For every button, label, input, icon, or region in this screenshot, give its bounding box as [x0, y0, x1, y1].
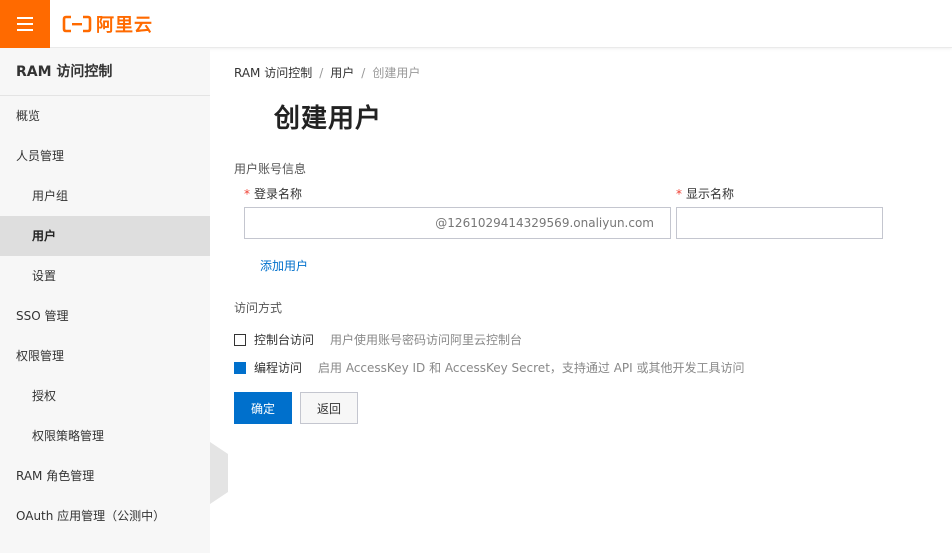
aliyun-logo-icon — [62, 15, 92, 33]
breadcrumb-item-ram[interactable]: RAM 访问控制 — [234, 66, 312, 80]
top-navbar: 阿里云 — [0, 0, 952, 48]
console-access-checkbox[interactable] — [234, 333, 246, 346]
display-name-input[interactable] — [676, 207, 883, 239]
required-mark: * — [676, 187, 682, 201]
programmatic-access-label[interactable]: 编程访问 — [254, 359, 302, 376]
breadcrumb-item-current: 创建用户 — [372, 66, 421, 80]
sidebar-item-settings[interactable]: 设置 — [0, 256, 210, 296]
aliyun-logo[interactable]: 阿里云 — [62, 12, 153, 36]
menu-button[interactable] — [0, 0, 50, 48]
console-access-description: 用户使用账号密码访问阿里云控制台 — [330, 333, 523, 347]
programmatic-access-checkbox[interactable] — [234, 361, 246, 374]
sidebar-item-overview[interactable]: 概览 — [0, 96, 210, 136]
login-name-label: * 登录名称 — [244, 185, 302, 202]
access-method-label: 访问方式 — [234, 301, 283, 315]
sidebar-title: RAM 访问控制 — [0, 48, 210, 96]
sidebar-collapse-handle[interactable] — [210, 442, 228, 504]
page-title: 创建用户 — [274, 104, 383, 134]
breadcrumb-separator: / — [361, 66, 366, 80]
breadcrumb-separator: / — [319, 66, 324, 80]
console-access-label[interactable]: 控制台访问 — [254, 331, 314, 348]
sidebar-item-groups[interactable]: 用户组 — [0, 176, 210, 216]
sidebar-item-policies[interactable]: 权限策略管理 — [0, 416, 210, 456]
add-user-link[interactable]: 添加用户 — [260, 257, 308, 274]
sidebar-item-identities[interactable]: 人员管理 — [0, 136, 210, 176]
hamburger-icon — [17, 17, 33, 31]
login-name-input[interactable]: @1261029414329569.onaliyun.com — [244, 207, 671, 239]
display-name-label: * 显示名称 — [676, 185, 734, 202]
programmatic-access-description: 启用 AccessKey ID 和 AccessKey Secret，支持通过 … — [318, 361, 745, 375]
confirm-button[interactable]: 确定 — [234, 392, 292, 424]
account-info-section-label: 用户账号信息 — [234, 162, 307, 176]
programmatic-access-option: 编程访问 启用 AccessKey ID 和 AccessKey Secret，… — [234, 359, 745, 376]
login-name-domain-suffix: @1261029414329569.onaliyun.com — [435, 216, 654, 230]
login-name-label-text: 登录名称 — [254, 187, 303, 201]
breadcrumb: RAM 访问控制 / 用户 / 创建用户 — [234, 64, 420, 81]
sidebar-item-permissions[interactable]: 权限管理 — [0, 336, 210, 376]
console-access-option: 控制台访问 用户使用账号密码访问阿里云控制台 — [234, 331, 522, 348]
breadcrumb-item-users[interactable]: 用户 — [330, 66, 354, 80]
sidebar-item-users[interactable]: 用户 — [0, 216, 210, 256]
back-button[interactable]: 返回 — [300, 392, 358, 424]
sidebar-item-oauth[interactable]: OAuth 应用管理（公测中） — [0, 496, 210, 536]
display-name-label-text: 显示名称 — [686, 187, 735, 201]
sidebar-item-roles[interactable]: RAM 角色管理 — [0, 456, 210, 496]
sidebar-item-grants[interactable]: 授权 — [0, 376, 210, 416]
sidebar: RAM 访问控制 概览 人员管理 用户组 用户 设置 SSO 管理 权限管理 授… — [0, 48, 210, 553]
sidebar-item-sso[interactable]: SSO 管理 — [0, 296, 210, 336]
aliyun-logo-text: 阿里云 — [96, 15, 153, 36]
required-mark: * — [244, 187, 250, 201]
